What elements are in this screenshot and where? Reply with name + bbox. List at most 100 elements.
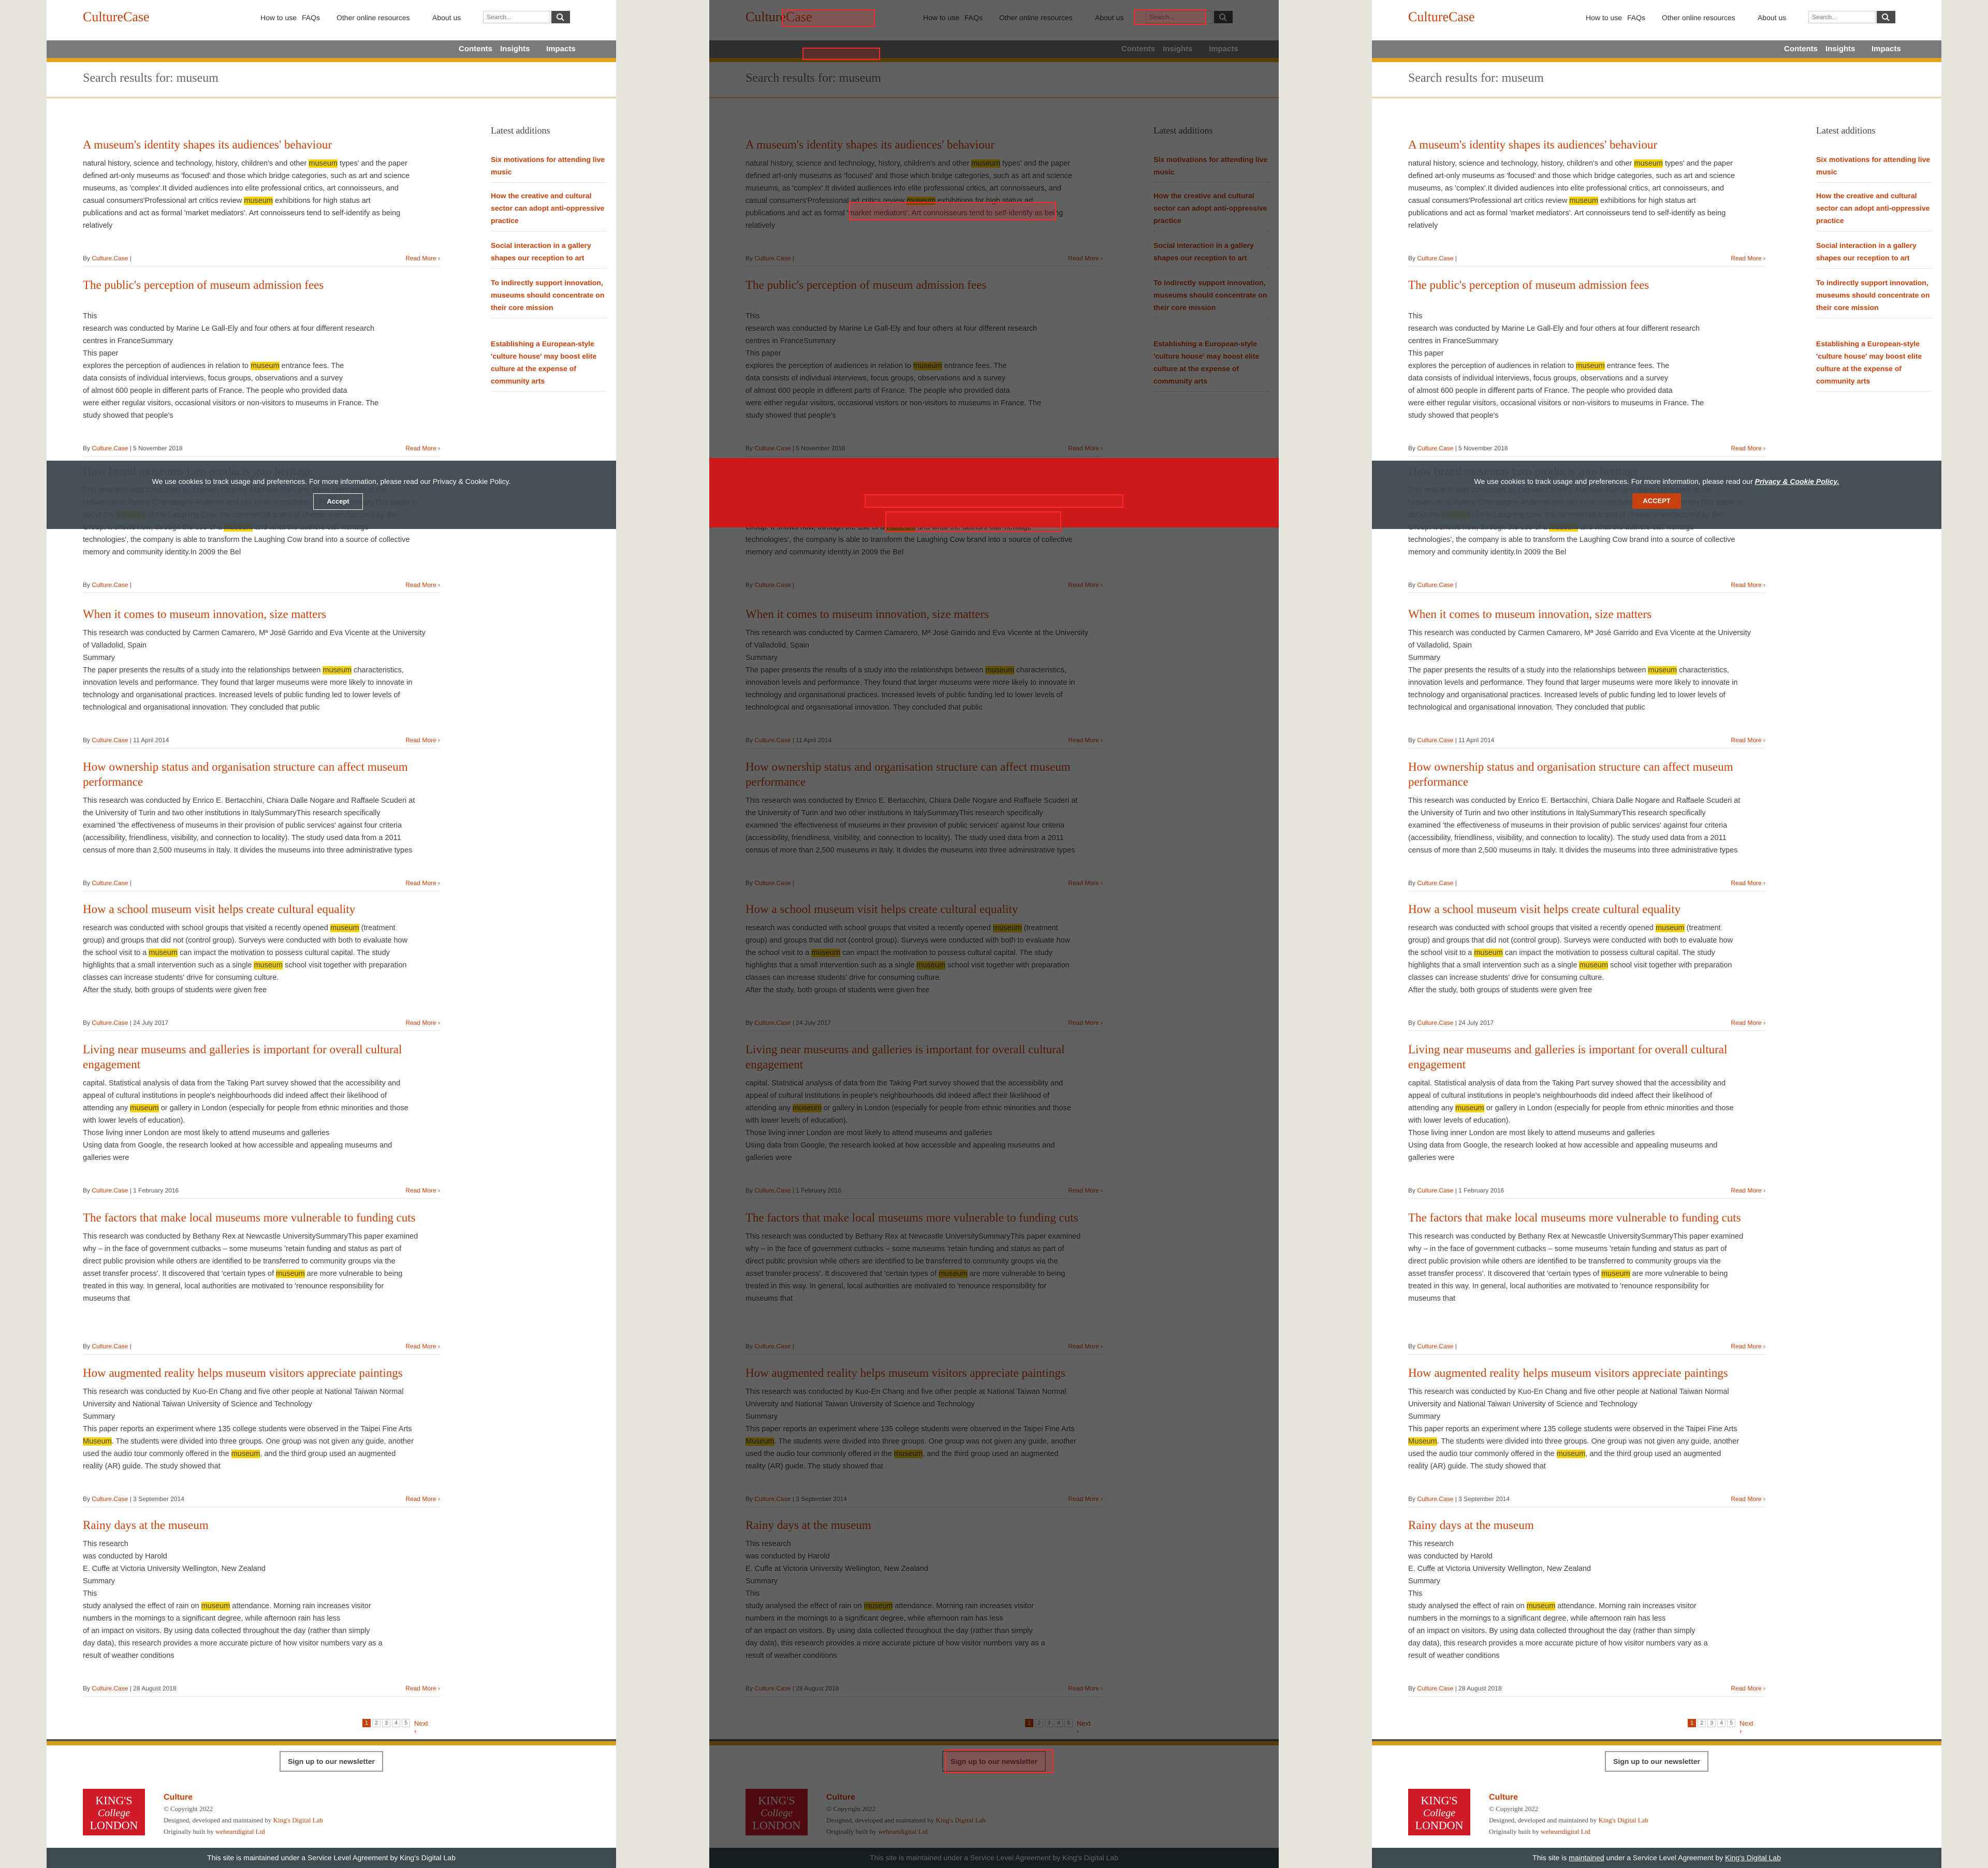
search-button[interactable] bbox=[1877, 11, 1895, 23]
site-logo[interactable]: CultureCase bbox=[83, 9, 150, 25]
sidebar-item[interactable]: To indirectly support innovation, museum… bbox=[491, 276, 607, 318]
next-page-link[interactable]: Next › bbox=[1740, 1719, 1753, 1735]
author-link[interactable]: Culture.Case bbox=[1417, 1495, 1453, 1503]
read-more-link[interactable]: Read More › bbox=[405, 737, 440, 744]
search-input[interactable] bbox=[1808, 11, 1876, 23]
tab-insights[interactable]: Insights bbox=[1825, 45, 1855, 53]
result-title-link[interactable]: Living near museums and galleries is imp… bbox=[1408, 1042, 1765, 1072]
nav-item-about-us[interactable]: About us bbox=[432, 13, 461, 22]
author-link[interactable]: Culture.Case bbox=[92, 879, 128, 887]
kdl-link[interactable]: King's Digital Lab bbox=[1599, 1816, 1648, 1824]
author-link[interactable]: Culture.Case bbox=[1417, 445, 1453, 452]
page-number-button[interactable]: 4 bbox=[392, 1719, 400, 1727]
nav-item-how-to-use[interactable]: How to use bbox=[1586, 13, 1622, 22]
sidebar-item[interactable]: Social interaction in a gallery shapes o… bbox=[491, 239, 607, 269]
result-title-link[interactable]: Living near museums and galleries is imp… bbox=[83, 1042, 440, 1072]
result-title-link[interactable]: The public's perception of museum admiss… bbox=[1408, 277, 1765, 292]
tab-impacts[interactable]: Impacts bbox=[1872, 45, 1901, 53]
cookie-accept-button[interactable]: Accept bbox=[313, 493, 363, 510]
page-number-button[interactable]: 4 bbox=[1717, 1719, 1726, 1727]
result-title-link[interactable]: How ownership status and organisation st… bbox=[83, 759, 440, 789]
read-more-link[interactable]: Read More › bbox=[1731, 1685, 1765, 1692]
sidebar-item[interactable]: How the creative and cultural sector can… bbox=[491, 189, 607, 231]
read-more-link[interactable]: Read More › bbox=[1731, 255, 1765, 262]
author-link[interactable]: Culture.Case bbox=[92, 1187, 128, 1194]
read-more-link[interactable]: Read More › bbox=[405, 1343, 440, 1350]
kcl-logo[interactable]: KING'SCollegeLONDON bbox=[1408, 1789, 1470, 1835]
author-link[interactable]: Culture.Case bbox=[92, 737, 128, 744]
page-number-button[interactable]: 2 bbox=[372, 1719, 381, 1727]
cookie-accept-button[interactable]: ACCEPT bbox=[1632, 493, 1681, 509]
author-link[interactable]: Culture.Case bbox=[92, 1495, 128, 1503]
result-title-link[interactable]: The factors that make local museums more… bbox=[83, 1210, 440, 1225]
sidebar-item[interactable]: How the creative and cultural sector can… bbox=[1816, 189, 1932, 231]
result-title-link[interactable]: The public's perception of museum admiss… bbox=[83, 277, 440, 292]
sidebar-item[interactable]: Six motivations for attending live music bbox=[1816, 153, 1932, 183]
maintained-link[interactable]: maintained bbox=[1569, 1854, 1604, 1862]
read-more-link[interactable]: Read More › bbox=[1731, 581, 1765, 589]
result-title-link[interactable]: A museum's identity shapes its audiences… bbox=[83, 137, 440, 152]
nav-item-about-us[interactable]: About us bbox=[1758, 13, 1786, 22]
author-link[interactable]: Culture.Case bbox=[1417, 1019, 1453, 1026]
newsletter-signup-button[interactable]: Sign up to our newsletter bbox=[280, 1751, 383, 1772]
page-number-button[interactable]: 3 bbox=[382, 1719, 390, 1727]
kdl-bottom-link[interactable]: King's Digital Lab bbox=[1725, 1854, 1781, 1862]
privacy-policy-link[interactable]: Privacy & Cookie Policy. bbox=[1755, 477, 1839, 486]
nav-item-faqs[interactable]: FAQs bbox=[1627, 13, 1645, 22]
page-number-button[interactable]: 1 bbox=[362, 1719, 371, 1727]
read-more-link[interactable]: Read More › bbox=[405, 879, 440, 887]
newsletter-signup-button[interactable]: Sign up to our newsletter bbox=[1605, 1751, 1708, 1772]
tab-insights[interactable]: Insights bbox=[500, 45, 530, 53]
author-link[interactable]: Culture.Case bbox=[1417, 1685, 1453, 1692]
privacy-policy-link[interactable]: Privacy & Cookie Policy. bbox=[433, 477, 511, 486]
author-link[interactable]: Culture.Case bbox=[92, 581, 128, 589]
author-link[interactable]: Culture.Case bbox=[92, 255, 128, 262]
nav-item-faqs[interactable]: FAQs bbox=[302, 13, 320, 22]
read-more-link[interactable]: Read More › bbox=[405, 581, 440, 589]
nav-item-other-online-resources[interactable]: Other online resources bbox=[337, 13, 410, 22]
kcl-logo[interactable]: KING'SCollegeLONDON bbox=[83, 1789, 145, 1835]
read-more-link[interactable]: Read More › bbox=[405, 1495, 440, 1503]
sidebar-item[interactable]: Establishing a European-style 'culture h… bbox=[1816, 337, 1932, 392]
next-page-link[interactable]: Next › bbox=[414, 1719, 428, 1735]
result-title-link[interactable]: When it comes to museum innovation, size… bbox=[83, 607, 440, 622]
page-number-button[interactable]: 2 bbox=[1698, 1719, 1706, 1727]
tab-impacts[interactable]: Impacts bbox=[546, 45, 576, 53]
page-number-button[interactable]: 3 bbox=[1707, 1719, 1716, 1727]
author-link[interactable]: Culture.Case bbox=[92, 1343, 128, 1350]
read-more-link[interactable]: Read More › bbox=[1731, 445, 1765, 452]
author-link[interactable]: Culture.Case bbox=[1417, 255, 1453, 262]
read-more-link[interactable]: Read More › bbox=[1731, 737, 1765, 744]
read-more-link[interactable]: Read More › bbox=[405, 1685, 440, 1692]
nav-item-other-online-resources[interactable]: Other online resources bbox=[1662, 13, 1735, 22]
weheartdigital-link[interactable]: weheartdigital Ltd bbox=[1541, 1828, 1590, 1835]
author-link[interactable]: Culture.Case bbox=[92, 1685, 128, 1692]
page-number-button[interactable]: 1 bbox=[1688, 1719, 1696, 1727]
tab-contents[interactable]: Contents bbox=[1784, 45, 1818, 53]
sidebar-item[interactable]: Establishing a European-style 'culture h… bbox=[491, 337, 607, 392]
author-link[interactable]: Culture.Case bbox=[1417, 1343, 1453, 1350]
author-link[interactable]: Culture.Case bbox=[1417, 581, 1453, 589]
sidebar-item[interactable]: Social interaction in a gallery shapes o… bbox=[1816, 239, 1932, 269]
result-title-link[interactable]: How augmented reality helps museum visit… bbox=[1408, 1365, 1765, 1380]
read-more-link[interactable]: Read More › bbox=[405, 255, 440, 262]
read-more-link[interactable]: Read More › bbox=[1731, 1187, 1765, 1194]
author-link[interactable]: Culture.Case bbox=[1417, 879, 1453, 887]
result-title-link[interactable]: Rainy days at the museum bbox=[83, 1518, 440, 1533]
read-more-link[interactable]: Read More › bbox=[1731, 1343, 1765, 1350]
tab-contents[interactable]: Contents bbox=[459, 45, 492, 53]
result-title-link[interactable]: Rainy days at the museum bbox=[1408, 1518, 1765, 1533]
result-title-link[interactable]: A museum's identity shapes its audiences… bbox=[1408, 137, 1765, 152]
page-number-button[interactable]: 5 bbox=[402, 1719, 410, 1727]
author-link[interactable]: Culture.Case bbox=[92, 1019, 128, 1026]
search-input[interactable] bbox=[483, 11, 550, 23]
sidebar-item[interactable]: Six motivations for attending live music bbox=[491, 153, 607, 183]
sidebar-item[interactable]: To indirectly support innovation, museum… bbox=[1816, 276, 1932, 318]
result-title-link[interactable]: How a school museum visit helps create c… bbox=[83, 902, 440, 917]
search-button[interactable] bbox=[551, 11, 570, 23]
read-more-link[interactable]: Read More › bbox=[1731, 1019, 1765, 1026]
read-more-link[interactable]: Read More › bbox=[1731, 879, 1765, 887]
result-title-link[interactable]: When it comes to museum innovation, size… bbox=[1408, 607, 1765, 622]
read-more-link[interactable]: Read More › bbox=[405, 1019, 440, 1026]
author-link[interactable]: Culture.Case bbox=[1417, 1187, 1453, 1194]
